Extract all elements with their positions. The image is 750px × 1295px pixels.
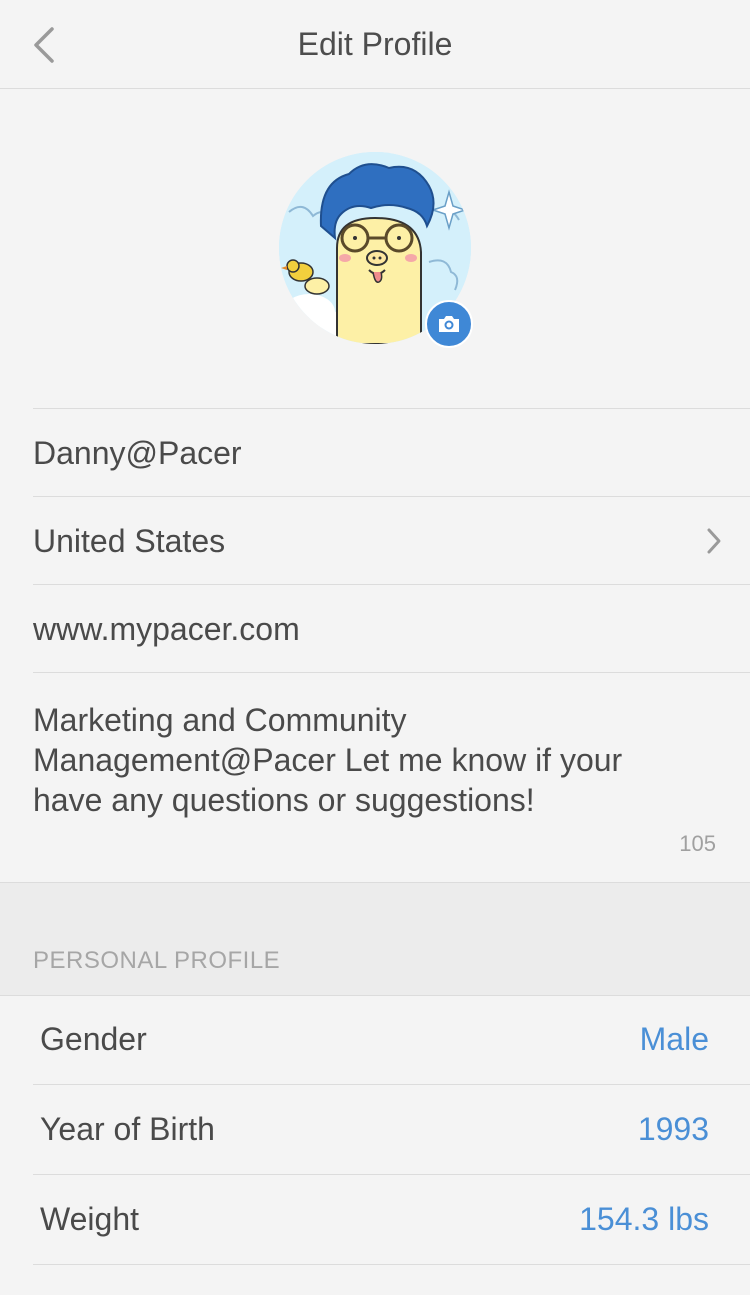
personal-profile-section-header: PERSONAL PROFILE bbox=[0, 882, 750, 996]
year-of-birth-label: Year of Birth bbox=[40, 1111, 215, 1147]
gender-value[interactable]: Male bbox=[640, 1021, 709, 1058]
website-field[interactable]: www.mypacer.com bbox=[33, 584, 750, 673]
bio-text[interactable]: Marketing and Community Management@Pacer… bbox=[33, 700, 673, 820]
change-photo-button[interactable] bbox=[425, 300, 473, 348]
weight-row[interactable]: Weight 154.3 lbs bbox=[33, 1175, 750, 1265]
gender-row[interactable]: Gender Male bbox=[33, 995, 750, 1085]
year-of-birth-value[interactable]: 1993 bbox=[638, 1111, 709, 1148]
page-title: Edit Profile bbox=[297, 26, 453, 62]
chevron-right-icon bbox=[707, 528, 721, 554]
year-of-birth-row[interactable]: Year of Birth 1993 bbox=[33, 1085, 750, 1175]
username-value: Danny@Pacer bbox=[33, 435, 242, 471]
gender-label: Gender bbox=[40, 1021, 147, 1057]
country-value: United States bbox=[33, 523, 226, 559]
avatar-container[interactable] bbox=[279, 152, 473, 348]
section-title: PERSONAL PROFILE bbox=[33, 947, 281, 974]
country-selector[interactable]: United States bbox=[33, 496, 750, 585]
weight-value[interactable]: 154.3 lbs bbox=[579, 1201, 709, 1238]
camera-icon bbox=[439, 316, 459, 332]
nav-bar: Edit Profile bbox=[0, 0, 750, 89]
weight-label: Weight bbox=[40, 1201, 140, 1237]
username-field[interactable]: Danny@Pacer bbox=[33, 408, 750, 497]
bio-character-count: 105 bbox=[679, 831, 716, 856]
website-value: www.mypacer.com bbox=[33, 611, 300, 647]
